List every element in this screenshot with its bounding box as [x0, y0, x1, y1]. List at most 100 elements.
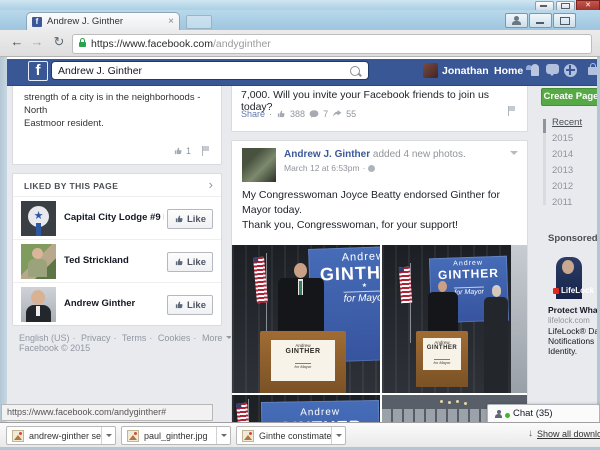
search-input[interactable]: [52, 64, 350, 77]
face: [31, 290, 45, 305]
image-file-icon: [12, 429, 24, 442]
download-filename: andrew-ginther self-....jpg: [29, 430, 101, 441]
separator: ·: [72, 333, 76, 343]
like-label: Like: [186, 256, 206, 268]
speaker-head: [438, 281, 447, 292]
post-action: added 4 new photos.: [372, 149, 466, 160]
address-bar[interactable]: https://www.facebook.com/andyginther: [72, 34, 592, 54]
share-link[interactable]: Share: [241, 109, 265, 119]
download-menu-caret[interactable]: [331, 427, 345, 444]
like-button[interactable]: Like: [166, 252, 213, 272]
ad-person-face: [562, 260, 574, 274]
timeline-2014[interactable]: 2014: [552, 149, 573, 160]
liked-page-row[interactable]: Andrew Ginther Like: [13, 282, 221, 326]
show-all-downloads[interactable]: ↓ Show all downloads: [528, 428, 600, 439]
footer-link-language[interactable]: English (US): [19, 333, 70, 343]
search-icon[interactable]: [350, 65, 360, 76]
comment-count[interactable]: 7: [323, 109, 328, 119]
separator: ·: [362, 163, 366, 173]
chat-person-icon: [495, 409, 502, 418]
profile-link[interactable]: Jonathan: [442, 65, 489, 77]
ad-title[interactable]: Protect What's I: [548, 305, 597, 315]
review-text: strength of a city is in the neighborhoo…: [24, 92, 201, 129]
post-photo-2[interactable]: Andrew GINTHER for Mayor Andrew GINTHER …: [382, 245, 527, 393]
fop-ribbon: [36, 223, 41, 236]
chat-bar[interactable]: Chat (35): [487, 404, 600, 422]
download-item[interactable]: Ginthe constimated.jpg: [236, 426, 346, 445]
status-bar-url: https://www.facebook.com/andyginther#: [1, 404, 213, 421]
show-all-downloads-link[interactable]: Show all downloads: [537, 429, 600, 439]
home-link[interactable]: Home: [494, 65, 523, 77]
timeline-recent[interactable]: Recent: [552, 117, 582, 128]
ad-body-line: LifeLock® Data B: [548, 326, 597, 336]
ad-url: lifelock.com: [548, 316, 590, 325]
browser-minimize-button[interactable]: [529, 13, 552, 28]
downloads-bar: andrew-ginther self-....jpg paul_ginther…: [0, 422, 600, 447]
banner-line3: for Mayor: [454, 286, 484, 297]
create-page-button[interactable]: Create Page: [541, 88, 597, 106]
download-filename: paul_ginther.jpg: [144, 430, 208, 441]
report-flag-icon[interactable]: [508, 106, 517, 116]
privacy-shortcuts-lock-icon[interactable]: [588, 63, 597, 75]
review-like-count[interactable]: 1: [186, 146, 191, 156]
post-author-link[interactable]: Andrew J. Ginther: [284, 149, 370, 160]
friend-requests-icon[interactable]: [525, 64, 541, 77]
maximize-icon: [561, 3, 570, 9]
download-item[interactable]: andrew-ginther self-....jpg: [6, 426, 116, 445]
audience-globe-icon: [368, 164, 376, 172]
post-author-avatar[interactable]: [242, 148, 276, 182]
search-box[interactable]: [51, 61, 369, 80]
facebook-favicon-icon: f: [32, 16, 42, 27]
footer-link-more[interactable]: More: [202, 333, 223, 343]
page-name[interactable]: Andrew Ginther: [64, 298, 135, 309]
report-flag-icon[interactable]: [202, 146, 211, 156]
chevron-right-icon[interactable]: ›: [209, 177, 213, 192]
like-button[interactable]: Like: [166, 295, 213, 315]
download-item[interactable]: paul_ginther.jpg: [121, 426, 231, 445]
separator: ·: [149, 333, 153, 343]
browser-tab[interactable]: f Andrew J. Ginther ×: [26, 12, 180, 30]
user-avatar[interactable]: [423, 63, 438, 78]
download-menu-caret[interactable]: [101, 427, 115, 444]
post-photo-3[interactable]: Andrew GINTHER ★ Mayor: [232, 395, 380, 422]
window-profile-button[interactable]: [505, 13, 528, 28]
footer-link-terms[interactable]: Terms: [122, 333, 147, 343]
timeline-2015[interactable]: 2015: [552, 133, 573, 144]
post-photo-1[interactable]: Andrew GINTHER ★ for Mayor Andrew GINTHE…: [232, 245, 380, 393]
banner-line3: for Mayor: [343, 290, 380, 305]
timeline-2013[interactable]: 2013: [552, 165, 573, 176]
footer-link-privacy[interactable]: Privacy: [81, 333, 111, 343]
back-button[interactable]: ←: [8, 33, 26, 51]
ad-image[interactable]: 5 Layers oYour Id LifeLock: [548, 247, 597, 299]
speaker-suit: [428, 292, 458, 336]
reload-button[interactable]: ↻: [50, 33, 68, 51]
forward-button[interactable]: →: [28, 33, 46, 51]
tab-close-icon[interactable]: ×: [168, 16, 174, 27]
thumbs-up-icon: [175, 301, 183, 309]
timeline-2011[interactable]: 2011: [552, 197, 572, 208]
page-thumbnail[interactable]: [21, 287, 56, 322]
browser-maximize-button[interactable]: [553, 13, 576, 28]
facebook-logo[interactable]: f: [28, 61, 48, 81]
download-filename: Ginthe constimated.jpg: [259, 430, 331, 441]
messages-icon[interactable]: [546, 64, 559, 76]
notifications-globe-icon[interactable]: [564, 64, 577, 77]
like-label: Like: [186, 213, 206, 225]
like-count[interactable]: 388: [290, 109, 305, 119]
post-timestamp[interactable]: March 12 at 6:53pm: [284, 163, 360, 173]
post-options-chevron-icon[interactable]: [510, 151, 518, 159]
liked-by-title: LIKED BY THIS PAGE: [24, 181, 119, 191]
like-button[interactable]: Like: [166, 209, 213, 229]
page-thumbnail[interactable]: [21, 244, 56, 279]
page-name[interactable]: Ted Strickland: [64, 255, 129, 266]
download-menu-caret[interactable]: [216, 427, 230, 444]
liked-page-row[interactable]: ★ Capital City Lodge #9 FOP F... Like: [13, 196, 221, 240]
page-thumbnail[interactable]: ★: [21, 201, 56, 236]
new-tab-button[interactable]: [186, 15, 212, 29]
timeline-2012[interactable]: 2012: [552, 181, 573, 192]
share-count[interactable]: 55: [346, 109, 356, 119]
liked-page-row[interactable]: Ted Strickland Like: [13, 239, 221, 283]
url-path: /andyginther: [212, 38, 271, 50]
footer-link-cookies[interactable]: Cookies: [158, 333, 191, 343]
page-name[interactable]: Capital City Lodge #9 FOP F...: [64, 212, 164, 223]
